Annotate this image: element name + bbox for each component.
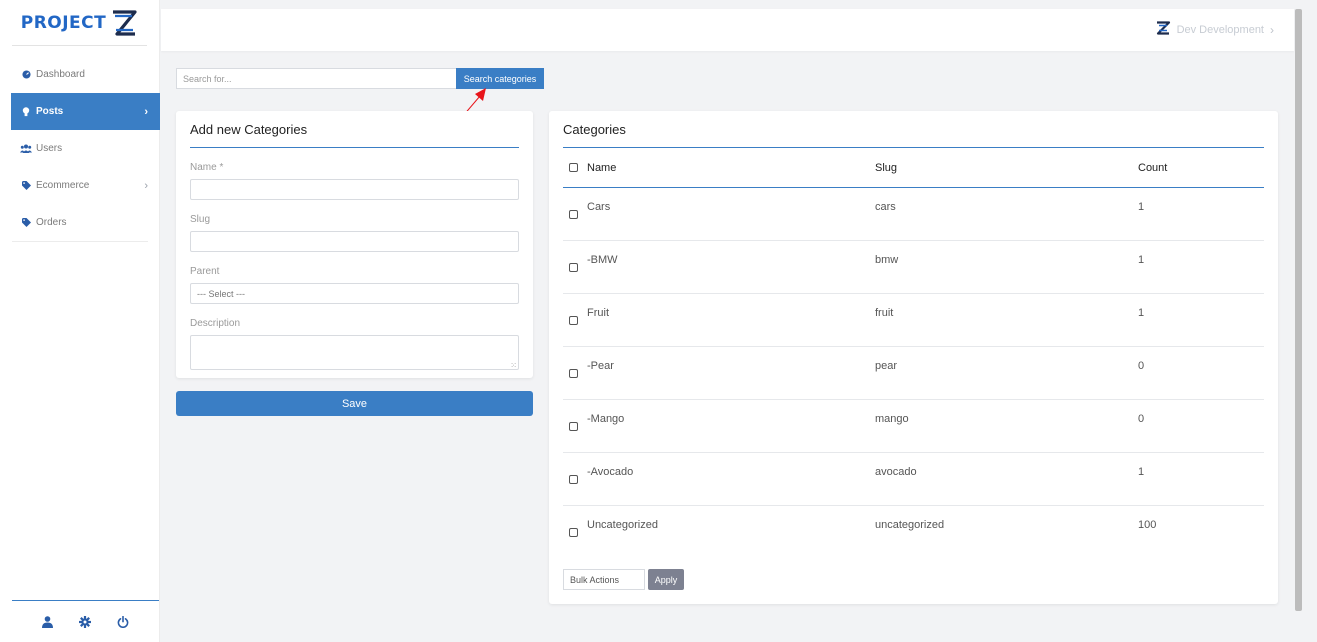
parent-select-value: --- Select ---: [197, 288, 245, 299]
sidebar-item-label: Dashboard: [36, 69, 85, 80]
user-name: Dev Development: [1176, 23, 1264, 36]
sidebar-item-label: Ecommerce: [36, 180, 90, 191]
add-category-card: Add new Categories Name * Slug Parent --…: [176, 111, 533, 378]
category-count: 1: [1138, 201, 1145, 213]
sidebar-item-dashboard[interactable]: Dashboard: [0, 56, 160, 93]
category-count: 0: [1138, 360, 1145, 372]
tag-icon: [20, 217, 32, 229]
row-checkbox[interactable]: [569, 475, 578, 484]
categories-card: Categories Name Slug Count Cars cars 1 -…: [549, 111, 1278, 604]
sidebar-item-label: Users: [36, 143, 63, 154]
row-checkbox[interactable]: [569, 528, 578, 537]
select-all-checkbox[interactable]: [569, 163, 578, 172]
logo-z-icon: [110, 8, 138, 38]
row-checkbox[interactable]: [569, 316, 578, 325]
add-category-title: Add new Categories: [190, 122, 519, 148]
lightbulb-icon: [20, 106, 32, 118]
sidebar-item-users[interactable]: Users: [0, 130, 160, 167]
table-row: -Pear pear 0: [563, 347, 1264, 400]
bulk-actions-select[interactable]: Bulk Actions: [563, 569, 645, 590]
resize-grip-icon[interactable]: ⁙: [510, 362, 517, 370]
search-input[interactable]: [176, 68, 456, 89]
category-count: 100: [1138, 519, 1157, 531]
brand-logo[interactable]: PROJECT: [12, 0, 147, 46]
category-count: 1: [1138, 254, 1145, 266]
bulk-actions-value: Bulk Actions: [570, 574, 620, 585]
column-count[interactable]: Count: [1138, 162, 1264, 174]
category-slug: mango: [875, 413, 909, 425]
tag-icon: [20, 180, 32, 192]
category-name[interactable]: Cars: [587, 188, 875, 240]
row-checkbox[interactable]: [569, 263, 578, 272]
sidebar-item-ecommerce[interactable]: Ecommerce ›: [0, 167, 160, 204]
sidebar-item-posts[interactable]: Posts ›: [11, 93, 160, 130]
category-slug: bmw: [875, 254, 899, 266]
logo-z-icon: [1155, 20, 1171, 39]
slug-field[interactable]: [190, 231, 519, 252]
category-name[interactable]: -Mango: [587, 400, 875, 452]
parent-label: Parent: [190, 266, 220, 277]
power-icon[interactable]: [117, 615, 129, 628]
description-label: Description: [190, 318, 241, 329]
table-row: -Mango mango 0: [563, 400, 1264, 453]
user-icon[interactable]: [42, 615, 53, 628]
nav-divider: [12, 241, 148, 242]
sidebar: PROJECT Dashboard Posts › Users Ecommerc…: [0, 0, 160, 642]
name-field[interactable]: [190, 179, 519, 200]
row-checkbox[interactable]: [569, 422, 578, 431]
chevron-right-icon: ›: [144, 179, 148, 192]
user-menu[interactable]: Dev Development ›: [1155, 20, 1274, 39]
bulk-actions-bar: Bulk Actions Apply: [563, 569, 684, 590]
save-button[interactable]: Save: [176, 391, 533, 416]
dashboard-icon: [20, 69, 32, 81]
users-icon: [20, 143, 32, 155]
column-slug[interactable]: Slug: [875, 162, 1138, 174]
category-count: 0: [1138, 413, 1145, 425]
name-label: Name *: [190, 162, 224, 173]
categories-title: Categories: [563, 122, 1264, 148]
category-slug: cars: [875, 201, 896, 213]
brand-name: PROJECT: [20, 12, 107, 33]
category-name[interactable]: -BMW: [587, 241, 875, 293]
chevron-right-icon: ›: [144, 105, 148, 118]
description-field[interactable]: [190, 335, 519, 370]
category-name[interactable]: Fruit: [587, 294, 875, 346]
column-name[interactable]: Name: [587, 162, 875, 174]
table-row: Uncategorized uncategorized 100: [563, 506, 1264, 559]
category-name[interactable]: -Pear: [587, 347, 875, 399]
top-bar: Dev Development ›: [161, 9, 1294, 51]
sidebar-item-label: Orders: [36, 217, 67, 228]
category-count: 1: [1138, 307, 1145, 319]
slug-label: Slug: [190, 214, 211, 225]
category-slug: avocado: [875, 466, 917, 478]
table-row: Fruit fruit 1: [563, 294, 1264, 347]
sidebar-item-label: Posts: [36, 106, 64, 117]
vertical-scrollbar[interactable]: [1295, 9, 1302, 611]
apply-button[interactable]: Apply: [648, 569, 684, 590]
gear-icon[interactable]: [79, 615, 91, 628]
category-name[interactable]: Uncategorized: [587, 506, 875, 559]
row-checkbox[interactable]: [569, 369, 578, 378]
category-slug: pear: [875, 360, 898, 372]
table-header: Name Slug Count: [563, 148, 1264, 188]
category-count: 1: [1138, 466, 1145, 478]
chevron-right-icon: ›: [1270, 22, 1274, 37]
categories-table: Name Slug Count Cars cars 1 -BMW bmw 1 F…: [563, 148, 1264, 559]
table-row: -Avocado avocado 1: [563, 453, 1264, 506]
parent-select[interactable]: --- Select ---: [190, 283, 519, 304]
sidebar-footer: [12, 600, 159, 642]
sidebar-nav: Dashboard Posts › Users Ecommerce › Orde…: [0, 56, 160, 242]
table-row: Cars cars 1: [563, 188, 1264, 241]
category-slug: fruit: [875, 307, 894, 319]
sidebar-item-orders[interactable]: Orders: [0, 204, 160, 241]
category-slug: uncategorized: [875, 519, 945, 531]
category-name[interactable]: -Avocado: [587, 453, 875, 505]
row-checkbox[interactable]: [569, 210, 578, 219]
table-row: -BMW bmw 1: [563, 241, 1264, 294]
